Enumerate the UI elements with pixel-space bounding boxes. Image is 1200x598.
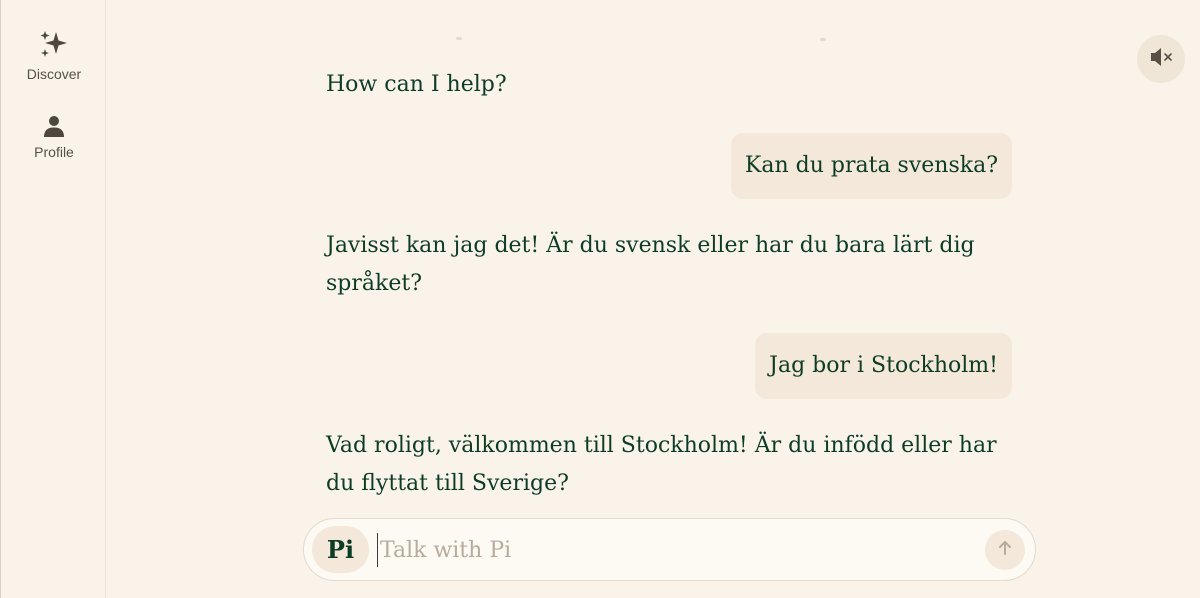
arrow-up-icon: [996, 539, 1014, 561]
pi-logo-button[interactable]: Pi: [312, 526, 369, 573]
assistant-message: Javisst kan jag det! Är du svensk eller …: [326, 233, 975, 296]
sparkles-icon: [39, 30, 69, 60]
assistant-message: Vad roligt, välkommen till Stockholm! Är…: [326, 433, 997, 496]
user-message: Jag bor i Stockholm!: [755, 333, 1012, 399]
speaker-muted-icon: [1148, 45, 1174, 73]
user-message: Kan du prata svenska?: [730, 133, 1012, 199]
divider: [456, 37, 462, 40]
sidebar-item-profile[interactable]: Profile: [1, 114, 107, 160]
person-icon: [42, 114, 66, 138]
message-input[interactable]: [377, 533, 977, 567]
mute-button[interactable]: [1137, 35, 1185, 83]
divider: [820, 38, 826, 41]
sidebar-item-label: Discover: [26, 66, 82, 82]
sidebar: Discover Profile: [0, 0, 106, 598]
message-composer: Pi: [303, 518, 1036, 581]
sidebar-item-label: Profile: [34, 144, 74, 160]
assistant-message: How can I help?: [326, 72, 507, 97]
send-button[interactable]: [985, 530, 1025, 570]
sidebar-item-discover[interactable]: Discover: [1, 30, 107, 82]
